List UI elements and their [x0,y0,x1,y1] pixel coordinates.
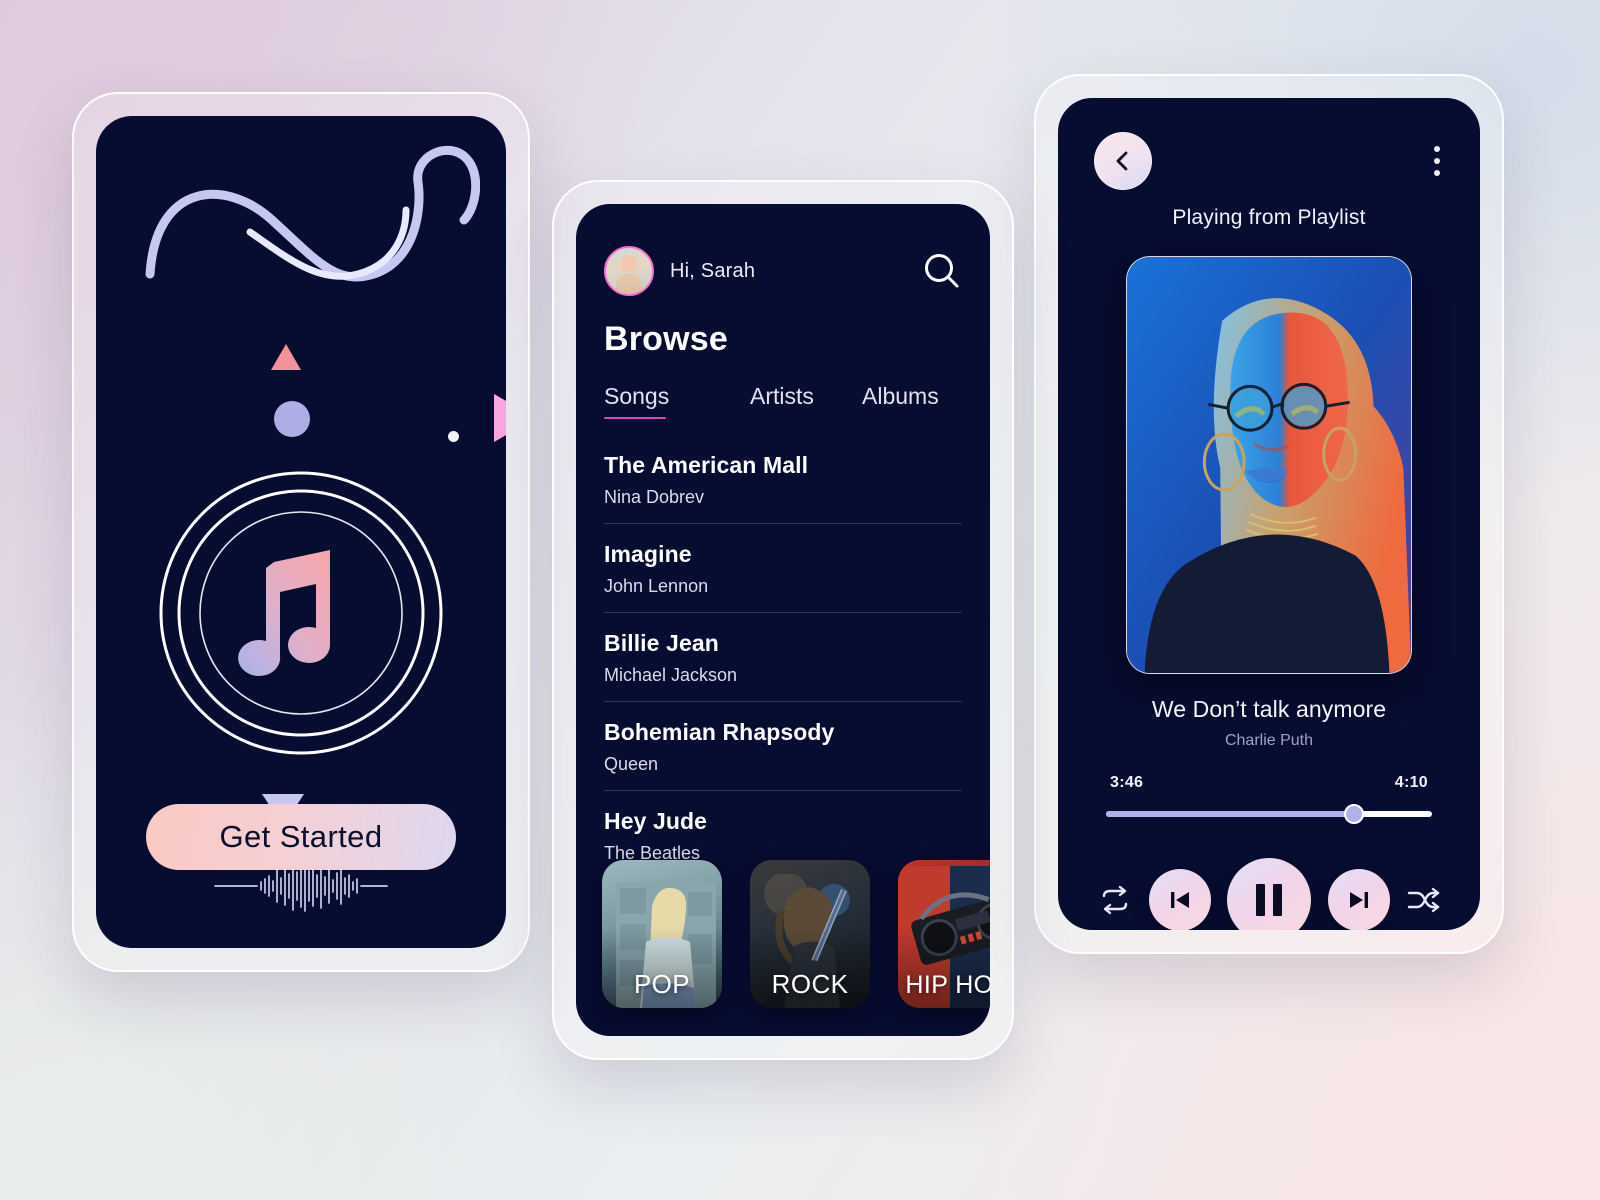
kebab-menu-icon [1434,170,1440,176]
onboarding-screen: Get Started [96,116,506,948]
player-phone-frame: Playing from Playlist We Don’t talk anym… [1034,74,1504,954]
song-title: Billie Jean [604,630,719,656]
tab-songs[interactable]: Songs [604,383,750,419]
browse-screen: Hi, Sarah Browse Songs Artists Albums Th… [576,204,990,1036]
tab-albums[interactable]: Albums [862,383,939,419]
next-track-button[interactable] [1327,869,1390,930]
repeat-icon [1102,885,1128,915]
genre-label: POP [633,969,691,999]
genre-card-strip: POP ROCK HIP HO [602,860,990,1008]
total-duration: 4:10 [1394,774,1428,791]
list-item[interactable]: Bohemian Rhapsody Queen [604,702,962,791]
more-options-button[interactable] [1430,140,1444,182]
coral-triangle-decoration [271,344,301,370]
greeting-text: Hi, Sarah [670,259,756,282]
elapsed-time: 3:46 [1110,774,1144,791]
repeat-button[interactable] [1098,885,1132,915]
browse-tabs: Songs Artists Albums [604,383,962,419]
onboarding-phone-frame: Get Started [72,92,530,972]
progress-fill [1106,811,1354,817]
periwinkle-dot-decoration [274,401,310,437]
player-header [1094,132,1444,190]
pause-icon [1256,884,1282,916]
get-started-button[interactable]: Get Started [146,804,456,870]
page-title: Browse [604,320,729,358]
kebab-menu-icon [1434,146,1440,152]
track-title: We Don’t talk anymore [1151,696,1387,722]
next-track-icon [1349,892,1368,908]
song-title: Bohemian Rhapsody [604,719,835,745]
song-title: Imagine [604,541,692,567]
play-pause-button[interactable] [1227,858,1311,930]
search-button[interactable] [922,251,962,291]
browse-header: Hi, Sarah [604,246,962,296]
white-dot-decoration [448,431,459,442]
tab-artists[interactable]: Artists [750,383,862,419]
shuffle-button[interactable] [1406,885,1440,915]
back-button[interactable] [1094,132,1152,190]
song-title: Hey Jude [604,808,708,834]
song-title: The American Mall [604,452,809,478]
browse-phone-frame: Hi, Sarah Browse Songs Artists Albums Th… [552,180,1014,1060]
progress-knob[interactable] [1343,804,1364,824]
genre-label: ROCK [771,969,849,999]
wave-squiggle-decoration [145,145,480,282]
music-note-icon [159,471,443,755]
chevron-left-icon [1116,151,1128,171]
song-artist: Michael Jackson [604,665,738,685]
genre-card-rock[interactable]: ROCK [750,860,870,1008]
genre-label: HIP HOP [905,971,990,999]
playback-controls [1094,858,1444,930]
pink-play-triangle-decoration [494,394,506,442]
shuffle-icon [1407,887,1440,913]
list-item[interactable]: Billie Jean Michael Jackson [604,613,962,702]
track-artist: Charlie Puth [1224,732,1314,749]
album-artwork [1126,256,1412,674]
list-item[interactable]: Imagine John Lennon [604,524,962,613]
song-artist: Nina Dobrev [604,487,705,507]
genre-card-pop[interactable]: POP [602,860,722,1008]
search-icon [925,254,959,288]
previous-track-button[interactable] [1148,869,1211,930]
genre-card-hip-hop[interactable]: HIP HOP [898,860,990,1008]
album-art-illustration [1127,257,1411,673]
avatar[interactable] [604,246,654,296]
previous-track-icon [1170,892,1189,908]
song-list: The American Mall Nina Dobrev Imagine Jo… [604,435,962,879]
player-screen: Playing from Playlist We Don’t talk anym… [1058,98,1480,930]
progress-bar[interactable] [1094,804,1444,824]
playing-from-label: Playing from Playlist [1172,206,1366,229]
list-item[interactable]: The American Mall Nina Dobrev [604,435,962,524]
song-artist: Queen [604,754,659,774]
song-artist: John Lennon [604,576,709,596]
progress-times: 3:46 4:10 [1094,774,1444,792]
kebab-menu-icon [1434,158,1440,164]
